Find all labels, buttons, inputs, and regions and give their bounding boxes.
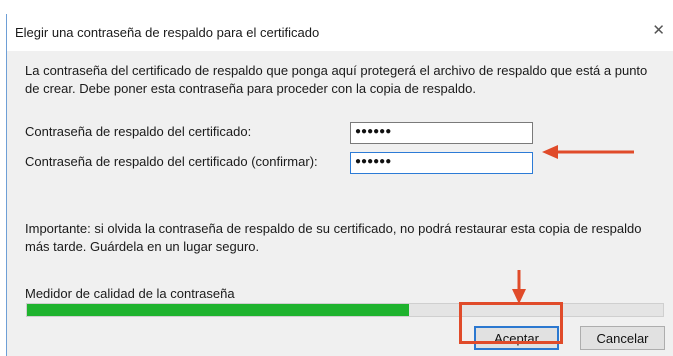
- arrow-left-icon: [542, 145, 634, 159]
- annotation-arrows: [512, 145, 634, 304]
- arrow-down-icon: [512, 270, 526, 304]
